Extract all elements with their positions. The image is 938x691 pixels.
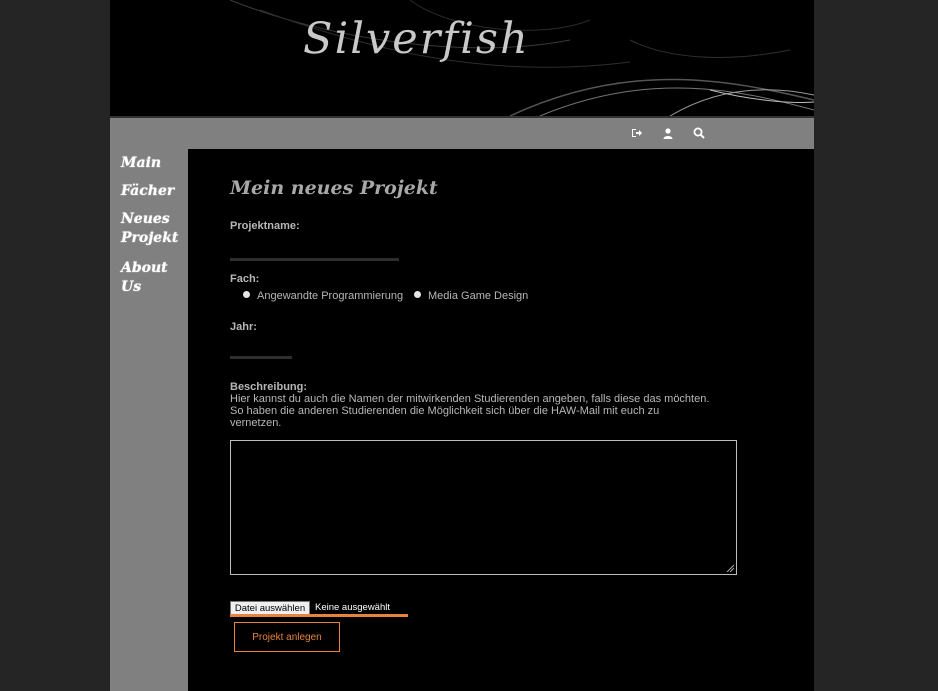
sidebar-item-about-us[interactable]: About Us — [121, 259, 188, 297]
page: Silverfish Main Fächer Neues Projekt Abo… — [110, 0, 814, 691]
page-title: Mein neues Projekt — [230, 177, 438, 199]
sidebar-nav: Main Fächer Neues Projekt About Us — [110, 149, 188, 691]
file-status: Keine ausgewählt — [315, 602, 390, 613]
fach-label: Fach: — [230, 273, 260, 285]
projektname-input[interactable] — [230, 240, 399, 261]
sidebar-item-main[interactable]: Main — [121, 154, 161, 173]
projekt-anlegen-button[interactable]: Projekt anlegen — [234, 622, 340, 652]
top-toolbar — [110, 118, 814, 149]
file-input-underline — [230, 614, 408, 617]
main-content: Mein neues Projekt Projektname: Fach: An… — [188, 149, 814, 691]
beschreibung-textarea[interactable] — [230, 440, 737, 575]
sidebar-item-faecher[interactable]: Fächer — [121, 182, 174, 201]
beschreibung-hint: Hier kannst du auch die Namen der mitwir… — [230, 393, 710, 429]
fach-radio-media-game-design[interactable] — [414, 291, 421, 298]
projektname-label: Projektname: — [230, 220, 300, 232]
sidebar-item-neues-projekt[interactable]: Neues Projekt — [121, 210, 181, 248]
header-banner: Silverfish — [110, 0, 814, 116]
jahr-label: Jahr: — [230, 321, 257, 333]
resize-grip-icon[interactable] — [726, 564, 734, 572]
fach-option-label: Media Game Design — [428, 290, 529, 302]
fach-option-label: Angewandte Programmierung — [257, 290, 404, 302]
fach-radio-angewandte-programmierung[interactable] — [243, 291, 250, 298]
beschreibung-block: Beschreibung: Hier kannst du auch die Na… — [230, 381, 710, 429]
search-icon[interactable] — [692, 126, 706, 140]
jahr-input[interactable] — [230, 338, 292, 359]
beschreibung-label: Beschreibung: — [230, 381, 308, 393]
site-logo[interactable]: Silverfish — [303, 14, 530, 64]
logout-icon[interactable] — [630, 126, 644, 140]
user-icon[interactable] — [661, 126, 675, 140]
